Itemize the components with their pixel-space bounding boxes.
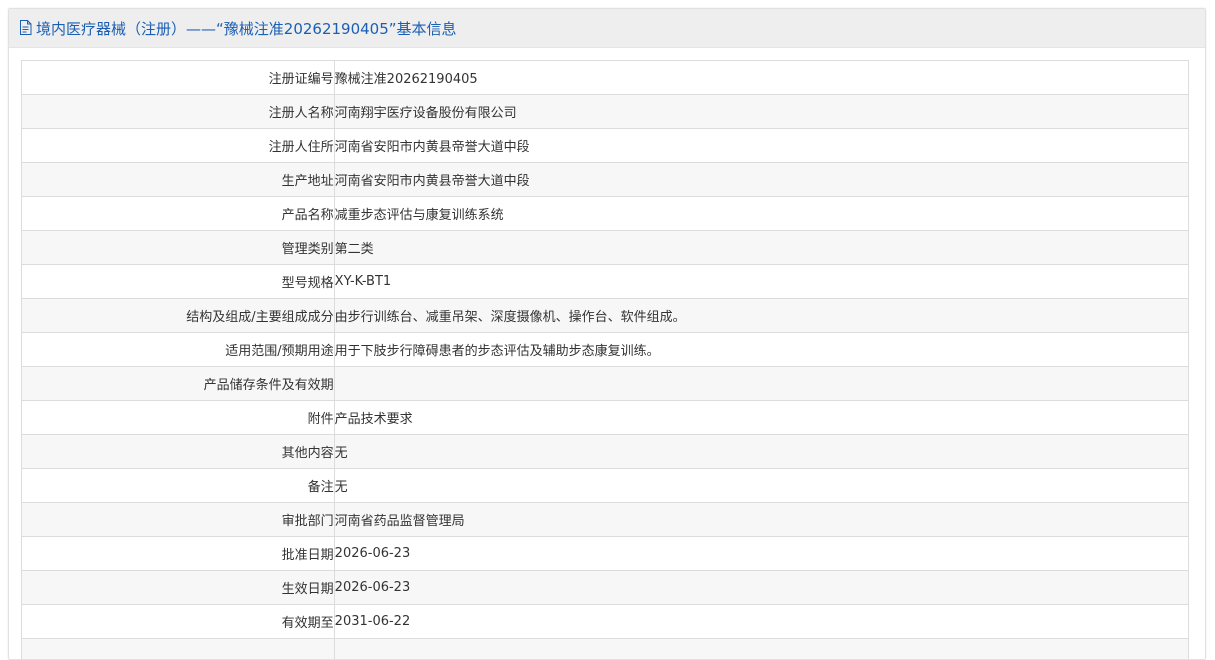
table-row: 批准日期2026-06-23 bbox=[22, 537, 1189, 571]
row-value: 河南省药品监督管理局 bbox=[334, 503, 1188, 537]
row-label: 型号规格 bbox=[22, 265, 335, 299]
row-label: 审批部门 bbox=[22, 503, 335, 537]
table-row: 产品储存条件及有效期 bbox=[22, 367, 1189, 401]
row-value: 减重步态评估与康复训练系统 bbox=[334, 197, 1188, 231]
row-value bbox=[334, 639, 1188, 660]
row-label: 产品储存条件及有效期 bbox=[22, 367, 335, 401]
table-row: 有效期至2031-06-22 bbox=[22, 605, 1189, 639]
row-value: XY-K-BT1 bbox=[334, 265, 1188, 299]
panel-header: 境内医疗器械（注册）——“豫械注准20262190405”基本信息 bbox=[9, 9, 1205, 48]
row-value: 河南省安阳市内黄县帝誉大道中段 bbox=[334, 163, 1188, 197]
document-icon bbox=[19, 20, 33, 36]
table-row: 注册人名称河南翔宇医疗设备股份有限公司 bbox=[22, 95, 1189, 129]
row-value: 用于下肢步行障碍患者的步态评估及辅助步态康复训练。 bbox=[334, 333, 1188, 367]
table-row: 审批部门河南省药品监督管理局 bbox=[22, 503, 1189, 537]
table-row bbox=[22, 639, 1189, 660]
row-value: 由步行训练台、减重吊架、深度摄像机、操作台、软件组成。 bbox=[334, 299, 1188, 333]
row-value: 无 bbox=[334, 435, 1188, 469]
info-panel: 境内医疗器械（注册）——“豫械注准20262190405”基本信息 注册证编号豫… bbox=[8, 8, 1206, 660]
row-label: 注册人住所 bbox=[22, 129, 335, 163]
row-label: 管理类别 bbox=[22, 231, 335, 265]
row-value: 豫械注准20262190405 bbox=[334, 61, 1188, 95]
row-label: 有效期至 bbox=[22, 605, 335, 639]
row-value: 2026-06-23 bbox=[334, 571, 1188, 605]
row-value: 河南翔宇医疗设备股份有限公司 bbox=[334, 95, 1188, 129]
panel-body: 注册证编号豫械注准20262190405注册人名称河南翔宇医疗设备股份有限公司注… bbox=[9, 48, 1205, 660]
row-value: 2026-06-23 bbox=[334, 537, 1188, 571]
row-value: 河南省安阳市内黄县帝誉大道中段 bbox=[334, 129, 1188, 163]
table-row: 产品名称减重步态评估与康复训练系统 bbox=[22, 197, 1189, 231]
table-row: 型号规格XY-K-BT1 bbox=[22, 265, 1189, 299]
table-row: 结构及组成/主要组成成分由步行训练台、减重吊架、深度摄像机、操作台、软件组成。 bbox=[22, 299, 1189, 333]
row-label: 产品名称 bbox=[22, 197, 335, 231]
row-label: 批准日期 bbox=[22, 537, 335, 571]
row-label: 附件 bbox=[22, 401, 335, 435]
row-label: 结构及组成/主要组成成分 bbox=[22, 299, 335, 333]
row-label bbox=[22, 639, 335, 660]
table-row: 生产地址河南省安阳市内黄县帝誉大道中段 bbox=[22, 163, 1189, 197]
row-value bbox=[334, 367, 1188, 401]
table-row: 备注无 bbox=[22, 469, 1189, 503]
row-value: 无 bbox=[334, 469, 1188, 503]
row-label: 其他内容 bbox=[22, 435, 335, 469]
table-row: 注册人住所河南省安阳市内黄县帝誉大道中段 bbox=[22, 129, 1189, 163]
row-value: 第二类 bbox=[334, 231, 1188, 265]
table-row: 生效日期2026-06-23 bbox=[22, 571, 1189, 605]
page-title: 境内医疗器械（注册）——“豫械注准20262190405”基本信息 bbox=[36, 18, 457, 39]
info-table: 注册证编号豫械注准20262190405注册人名称河南翔宇医疗设备股份有限公司注… bbox=[21, 60, 1189, 660]
row-label: 适用范围/预期用途 bbox=[22, 333, 335, 367]
info-table-body: 注册证编号豫械注准20262190405注册人名称河南翔宇医疗设备股份有限公司注… bbox=[22, 61, 1189, 660]
table-row: 管理类别第二类 bbox=[22, 231, 1189, 265]
row-label: 注册证编号 bbox=[22, 61, 335, 95]
row-label: 注册人名称 bbox=[22, 95, 335, 129]
row-value: 产品技术要求 bbox=[334, 401, 1188, 435]
row-label: 生效日期 bbox=[22, 571, 335, 605]
table-row: 附件产品技术要求 bbox=[22, 401, 1189, 435]
row-label: 生产地址 bbox=[22, 163, 335, 197]
table-row: 注册证编号豫械注准20262190405 bbox=[22, 61, 1189, 95]
row-value: 2031-06-22 bbox=[334, 605, 1188, 639]
table-row: 适用范围/预期用途用于下肢步行障碍患者的步态评估及辅助步态康复训练。 bbox=[22, 333, 1189, 367]
table-row: 其他内容无 bbox=[22, 435, 1189, 469]
row-label: 备注 bbox=[22, 469, 335, 503]
